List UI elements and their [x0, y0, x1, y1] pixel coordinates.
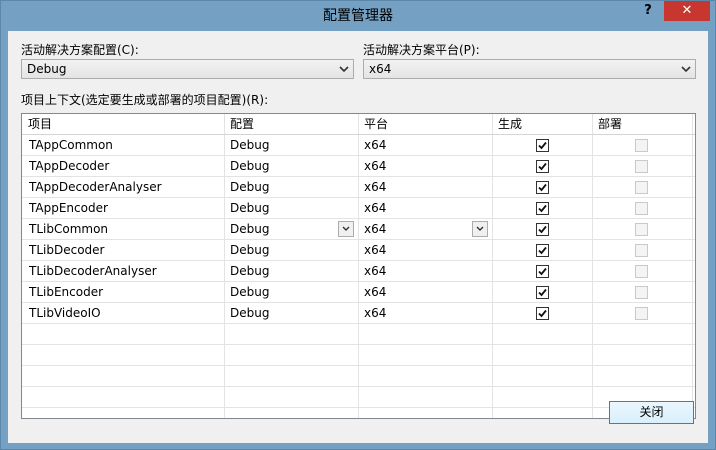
- deploy-checkbox: [635, 244, 648, 257]
- deploy-checkbox: [635, 202, 648, 215]
- config-cell[interactable]: Debug: [230, 198, 340, 219]
- solution-platform-label: 活动解决方案平台(P):: [363, 43, 480, 57]
- platform-cell[interactable]: x64: [364, 219, 474, 240]
- dialog-client-area: 活动解决方案配置(C): Debug 活动解决方案平台(P): x64 项目上下…: [8, 31, 708, 443]
- column-header-deploy[interactable]: 部署: [592, 114, 692, 134]
- deploy-checkbox: [635, 181, 648, 194]
- build-checkbox[interactable]: [536, 223, 549, 236]
- solution-platform-dropdown[interactable]: x64: [363, 59, 696, 79]
- deploy-checkbox: [635, 139, 648, 152]
- column-divider: [492, 114, 493, 418]
- platform-cell[interactable]: x64: [364, 135, 474, 156]
- project-contexts-grid[interactable]: 项目 配置 平台 生成 部署 TAppCommon Debug x64 TAppDec…: [21, 113, 696, 419]
- solution-config-label: 活动解决方案配置(C):: [21, 43, 139, 57]
- window-close-button[interactable]: ✕: [664, 1, 710, 21]
- chevron-down-icon: [476, 226, 484, 231]
- platform-cell[interactable]: x64: [364, 198, 474, 219]
- column-divider: [224, 114, 225, 418]
- checkmark-icon: [538, 141, 547, 150]
- solution-platform-value: x64: [369, 62, 392, 76]
- platform-cell[interactable]: x64: [364, 156, 474, 177]
- deploy-checkbox: [635, 160, 648, 173]
- column-header-project[interactable]: 项目: [22, 114, 224, 134]
- platform-cell[interactable]: x64: [364, 240, 474, 261]
- config-cell[interactable]: Debug: [230, 240, 340, 261]
- project-name-cell[interactable]: TLibVideoIO: [29, 303, 219, 324]
- checkmark-icon: [538, 288, 547, 297]
- build-checkbox[interactable]: [536, 139, 549, 152]
- config-cell[interactable]: Debug: [230, 177, 340, 198]
- deploy-checkbox: [635, 286, 648, 299]
- build-checkbox[interactable]: [536, 265, 549, 278]
- checkmark-icon: [538, 246, 547, 255]
- deploy-checkbox: [635, 307, 648, 320]
- deploy-checkbox: [635, 265, 648, 278]
- solution-config-dropdown[interactable]: Debug: [21, 59, 354, 79]
- build-checkbox[interactable]: [536, 286, 549, 299]
- build-checkbox[interactable]: [536, 244, 549, 257]
- platform-cell[interactable]: x64: [364, 177, 474, 198]
- build-checkbox[interactable]: [536, 307, 549, 320]
- checkmark-icon: [538, 183, 547, 192]
- column-header-build[interactable]: 生成: [492, 114, 592, 134]
- config-cell[interactable]: Debug: [230, 219, 340, 240]
- config-cell[interactable]: Debug: [230, 282, 340, 303]
- row-divider: [22, 407, 695, 408]
- chevron-down-icon: [681, 66, 691, 73]
- build-checkbox[interactable]: [536, 202, 549, 215]
- solution-config-value: Debug: [27, 62, 67, 76]
- checkmark-icon: [538, 267, 547, 276]
- build-checkbox[interactable]: [536, 181, 549, 194]
- chevron-down-icon: [339, 66, 349, 73]
- project-contexts-label: 项目上下文(选定要生成或部署的项目配置)(R):: [21, 93, 269, 107]
- project-name-cell[interactable]: TAppEncoder: [29, 198, 219, 219]
- checkmark-icon: [538, 309, 547, 318]
- project-name-cell[interactable]: TAppDecoderAnalyser: [29, 177, 219, 198]
- config-cell[interactable]: Debug: [230, 303, 340, 324]
- checkmark-icon: [538, 225, 547, 234]
- chevron-down-icon: [342, 226, 350, 231]
- project-name-cell[interactable]: TLibCommon: [29, 219, 219, 240]
- project-name-cell[interactable]: TLibDecoderAnalyser: [29, 261, 219, 282]
- row-divider: [22, 344, 695, 345]
- project-name-cell[interactable]: TLibDecoder: [29, 240, 219, 261]
- platform-dropdown-button[interactable]: [472, 221, 488, 237]
- platform-cell[interactable]: x64: [364, 303, 474, 324]
- config-cell[interactable]: Debug: [230, 135, 340, 156]
- config-cell[interactable]: Debug: [230, 261, 340, 282]
- platform-cell[interactable]: x64: [364, 261, 474, 282]
- config-cell[interactable]: Debug: [230, 156, 340, 177]
- project-name-cell[interactable]: TAppCommon: [29, 135, 219, 156]
- project-name-cell[interactable]: TLibEncoder: [29, 282, 219, 303]
- checkmark-icon: [538, 204, 547, 213]
- build-checkbox[interactable]: [536, 160, 549, 173]
- config-dropdown-button[interactable]: [338, 221, 354, 237]
- column-header-config[interactable]: 配置: [224, 114, 358, 134]
- title-bar[interactable]: 配置管理器 ? ✕: [1, 1, 715, 31]
- window-title: 配置管理器: [323, 8, 393, 24]
- help-button[interactable]: ?: [635, 1, 661, 21]
- column-divider: [692, 114, 693, 418]
- column-divider: [358, 114, 359, 418]
- column-header-platform[interactable]: 平台: [358, 114, 492, 134]
- row-divider: [22, 365, 695, 366]
- close-button[interactable]: 关闭: [609, 401, 694, 424]
- row-divider: [22, 386, 695, 387]
- configuration-manager-window: 配置管理器 ? ✕ 活动解决方案配置(C): Debug 活动解决方案平台(P)…: [0, 0, 716, 450]
- project-name-cell[interactable]: TAppDecoder: [29, 156, 219, 177]
- platform-cell[interactable]: x64: [364, 282, 474, 303]
- checkmark-icon: [538, 162, 547, 171]
- deploy-checkbox: [635, 223, 648, 236]
- column-divider: [592, 114, 593, 418]
